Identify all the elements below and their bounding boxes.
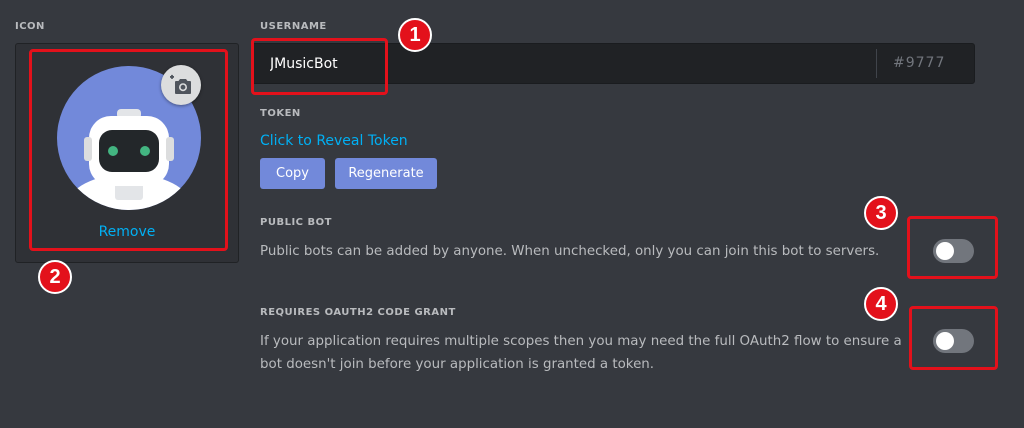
- token-label: TOKEN: [260, 108, 301, 119]
- username-label: USERNAME: [260, 21, 327, 32]
- public-bot-label: PUBLIC BOT: [260, 217, 332, 228]
- oauth2-label: REQUIRES OAUTH2 CODE GRANT: [260, 307, 456, 318]
- highlight-username: [251, 38, 388, 95]
- discriminator: #9777: [893, 55, 946, 71]
- annotation-badge-3: 3: [864, 196, 898, 230]
- highlight-oauth2: [909, 306, 998, 370]
- annotation-badge-4: 4: [864, 287, 898, 321]
- annotation-badge-1: 1: [398, 18, 432, 52]
- discriminator-divider: [876, 49, 877, 78]
- public-bot-description: Public bots can be added by anyone. When…: [260, 244, 880, 259]
- oauth2-description-line1: If your application requires multiple sc…: [260, 334, 902, 349]
- regenerate-button[interactable]: Regenerate: [335, 158, 437, 189]
- icon-section-label: ICON: [15, 21, 45, 32]
- oauth2-description-line2: bot doesn't join before your application…: [260, 357, 655, 372]
- reveal-token-link[interactable]: Click to Reveal Token: [260, 133, 408, 149]
- highlight-public-bot: [907, 216, 998, 279]
- annotation-badge-2: 2: [38, 260, 72, 294]
- copy-button[interactable]: Copy: [260, 158, 325, 189]
- highlight-icon: [29, 49, 228, 251]
